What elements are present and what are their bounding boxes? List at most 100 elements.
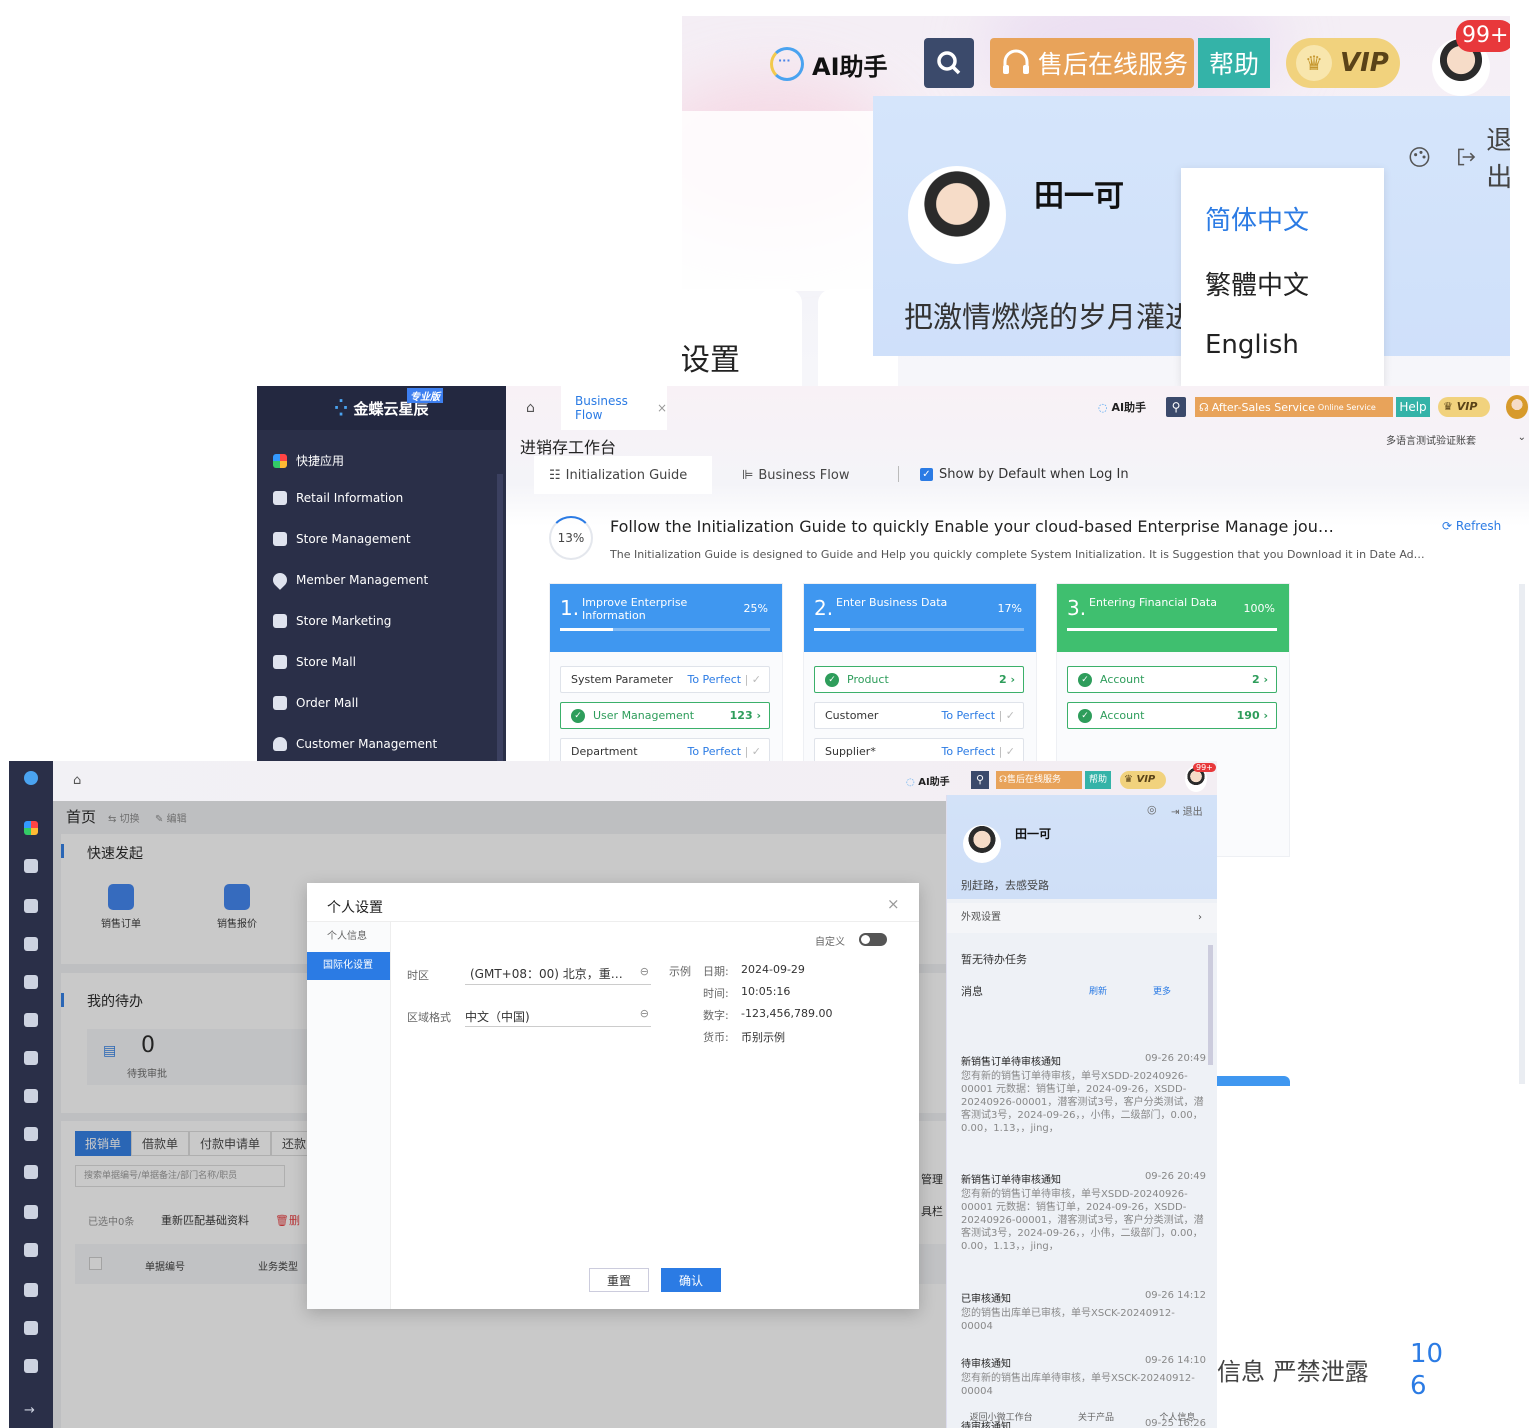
region-format-select[interactable]: 中文（中国) ⊖ (465, 1001, 651, 1027)
step-item-status[interactable]: To Perfect | ✓ (687, 673, 761, 686)
appearance-settings[interactable]: 外观设置 › (947, 903, 1217, 933)
ai-assistant-button[interactable]: AI助手 (770, 44, 888, 84)
step-item-row[interactable]: ✓ Account 2 › (1067, 666, 1277, 693)
message-item[interactable]: 待审核通知 09-26 14:10 您有新的销售出库单待审核，单号XSCK-2024… (961, 1355, 1206, 1398)
palette-icon[interactable]: ◎ (1147, 803, 1157, 816)
logout-button[interactable]: ⇥ 退出 (1171, 803, 1203, 818)
language-option-simplified[interactable]: 简体中文 (1205, 200, 1309, 237)
vip-button[interactable]: ♛ VIP (1286, 38, 1400, 88)
step-item-row[interactable]: System Parameter To Perfect | ✓ (560, 666, 770, 693)
step-item-row[interactable]: ✓ Account 190 › (1067, 702, 1277, 729)
account-select[interactable]: 多语言测试验证账套 ⌄ (1386, 432, 1526, 447)
step-item-row[interactable]: ✓ User Management 123 › (560, 702, 770, 729)
home-icon[interactable]: ⌂ (73, 773, 81, 788)
palette-icon[interactable] (1408, 142, 1431, 172)
step-item-row[interactable]: ✓ Product 2 › (814, 666, 1024, 693)
guide-icon: ☷ (549, 467, 561, 483)
language-option-english[interactable]: English (1205, 330, 1299, 360)
step-item-status[interactable]: 2 › (1252, 673, 1268, 686)
help-button[interactable]: Help (1396, 397, 1430, 417)
sidebar-item-quick-apps[interactable]: 快捷应用 (273, 452, 344, 469)
ai-assistant-button[interactable]: ◌ AI助手 (1098, 399, 1146, 415)
logout-button[interactable]: 退出 (1408, 120, 1510, 194)
brand-logo[interactable]: ⁛ 金蝶云星辰 专业版 (257, 386, 506, 430)
custom-toggle[interactable] (859, 933, 887, 946)
sidebar-item-store-management[interactable]: Store Management (273, 532, 411, 546)
language-option-traditional[interactable]: 繁體中文 (1205, 265, 1309, 302)
back-to-workbench-link[interactable]: 返回小微工作台 (970, 1410, 1033, 1423)
tab-business-flow-sub[interactable]: ⊫ Business Flow (728, 456, 878, 494)
chart-icon[interactable] (24, 1127, 38, 1141)
message-item[interactable]: 新销售订单待审核通知 09-26 20:49 您有新的销售订单待审核，单号XSDD-… (961, 1053, 1206, 1135)
cart-icon[interactable] (24, 1165, 38, 1179)
after-sales-service-button[interactable]: 售后在线服务 (990, 38, 1194, 88)
vip-button[interactable]: ♛ VIP (1120, 771, 1166, 789)
basket-icon[interactable] (24, 859, 38, 873)
target-icon[interactable] (24, 1243, 38, 1257)
timezone-select[interactable]: (GMT+08：00) 北京，重庆... ⊖ (465, 959, 651, 985)
box-icon[interactable] (24, 1359, 38, 1373)
shop-icon[interactable] (24, 1013, 38, 1027)
settings-card[interactable]: 设置 (682, 289, 802, 386)
nav-personal-info[interactable]: 个人信息 (307, 922, 390, 952)
step-item-label: System Parameter (571, 673, 673, 686)
confirm-button[interactable]: 确认 (661, 1268, 721, 1292)
help-button[interactable]: 帮助 (1198, 38, 1270, 88)
step-item-status[interactable]: To Perfect | ✓ (941, 709, 1015, 722)
tab-initialization-guide[interactable]: ☷ Initialization Guide (534, 456, 712, 494)
step-item-status[interactable]: 190 › (1237, 709, 1268, 722)
sidebar-item-order-mall[interactable]: Order Mall (273, 696, 358, 710)
tab-business-flow[interactable]: Business Flow × (561, 386, 667, 430)
personal-info-link[interactable]: 个人信息 (1159, 1410, 1195, 1423)
home-icon[interactable]: ⌂ (526, 400, 535, 416)
brand-dots-icon[interactable] (24, 771, 38, 785)
step-header: 2. Enter Business Data 17% (804, 584, 1036, 652)
step-item-status[interactable]: 123 › (730, 709, 761, 722)
messages-refresh-link[interactable]: 刷新 (1089, 984, 1107, 997)
sidebar-item-store-mall[interactable]: Store Mall (273, 655, 356, 669)
step-item-status[interactable]: 2 › (999, 673, 1015, 686)
ai-assistant-button[interactable]: ◌ AI助手 (906, 773, 950, 788)
sidebar-item-store-marketing[interactable]: Store Marketing (273, 614, 391, 628)
message-item[interactable]: 新销售订单待审核通知 09-26 20:49 您有新的销售订单待审核，单号XSDD-… (961, 1171, 1206, 1253)
store-icon[interactable] (24, 899, 38, 913)
warehouse-icon[interactable] (24, 1283, 38, 1297)
ledger-icon[interactable] (24, 1321, 38, 1335)
close-icon[interactable]: × (657, 401, 667, 415)
clipboard-icon (273, 614, 287, 628)
help-button[interactable]: 帮助 (1085, 771, 1111, 789)
sidebar-item-member-management[interactable]: Member Management (270, 570, 428, 590)
step-item-status[interactable]: To Perfect | ✓ (941, 745, 1015, 758)
messages-more-link[interactable]: 更多 (1153, 984, 1171, 997)
after-sales-service-button[interactable]: ☊售后在线服务 (996, 771, 1082, 789)
message-scrollbar[interactable] (1208, 945, 1213, 1065)
person-icon[interactable] (24, 1089, 38, 1103)
show-default-checkbox[interactable]: ✓ Show by Default when Log In (920, 467, 1129, 482)
search-icon[interactable]: ⚲ (1166, 397, 1186, 417)
search-icon[interactable]: ⚲ (971, 771, 989, 789)
reset-button[interactable]: 重置 (589, 1268, 649, 1292)
clipboard-icon[interactable] (24, 975, 38, 989)
message-item[interactable]: 已审核通知 09-26 14:12 您的销售出库单已审核，单号XSCK-202409… (961, 1290, 1206, 1333)
sidebar-scrollbar[interactable] (497, 474, 503, 774)
cube-icon[interactable] (24, 1205, 38, 1219)
user-avatar[interactable] (1506, 395, 1528, 419)
about-product-link[interactable]: 关于产品 (1078, 1410, 1114, 1423)
step-progress-track (1067, 628, 1277, 631)
sidebar-item-customer-management[interactable]: Customer Management (273, 737, 437, 751)
bag-icon[interactable] (24, 1051, 38, 1065)
grid-icon[interactable] (24, 821, 38, 835)
sidebar-item-retail-information[interactable]: Retail Information (273, 491, 403, 505)
step-item-label: User Management (593, 709, 695, 722)
vip-button[interactable]: ♛ VIP (1438, 397, 1490, 417)
main-scrollbar[interactable] (1519, 584, 1525, 1084)
expand-arrow-icon[interactable]: → (24, 1403, 38, 1418)
step-item-row[interactable]: Customer To Perfect | ✓ (814, 702, 1024, 729)
search-button[interactable] (924, 38, 974, 88)
close-icon[interactable]: × (887, 895, 900, 913)
step-item-status[interactable]: To Perfect | ✓ (687, 745, 761, 758)
after-sales-service-button[interactable]: ☊ After-Sales Service Online Service (1195, 397, 1393, 417)
heart-icon[interactable] (24, 937, 38, 951)
refresh-button[interactable]: ⟳ Refresh (1442, 519, 1501, 533)
nav-internationalization[interactable]: 国际化设置 (307, 952, 390, 980)
